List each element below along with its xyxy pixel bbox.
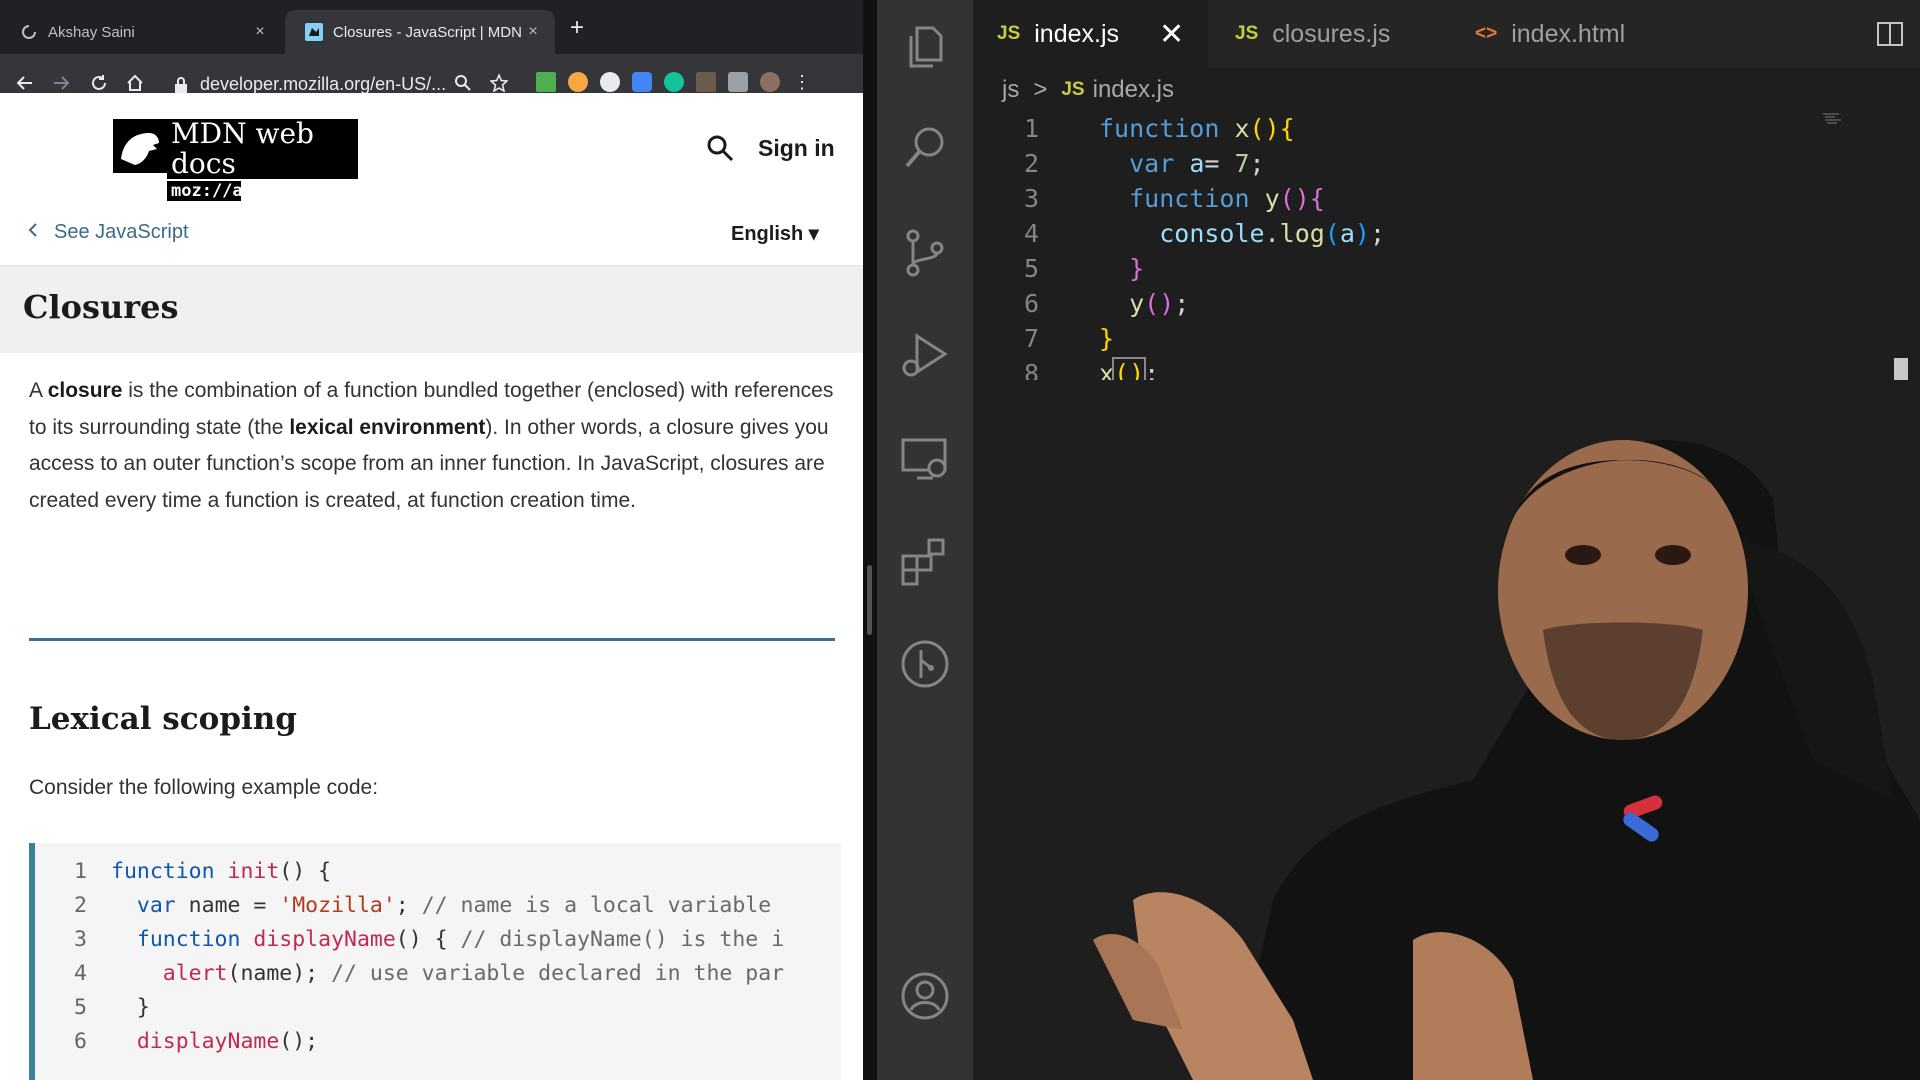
webcam-overlay (973, 380, 1920, 1080)
mdn-dino-icon (113, 119, 167, 173)
term-closure: closure (47, 379, 123, 402)
page-title: Closures (23, 288, 179, 326)
body-text: Consider the following example code: (29, 776, 379, 799)
js-file-icon: JS (1061, 79, 1085, 100)
split-divider[interactable] (863, 0, 877, 1080)
tab-index-js[interactable]: JS index.js ✕ (973, 0, 1208, 68)
logo-title: MDN web docs (167, 119, 358, 179)
breadcrumb[interactable]: See JavaScript (28, 221, 189, 244)
extension-icon[interactable] (632, 72, 652, 92)
remote-explorer-icon[interactable] (899, 432, 951, 484)
intro-paragraph: A closure is the combination of a functi… (29, 373, 839, 519)
code-line[interactable]: 6 y(); (999, 286, 1189, 321)
url-text: developer.mozilla.org/en-US/... (200, 73, 447, 94)
code-line[interactable]: 2 var a= 7; (999, 146, 1265, 181)
accounts-icon[interactable] (899, 970, 951, 1022)
browser-window: Akshay Saini × Closures - JavaScript | M… (0, 0, 863, 1080)
mdn-page: MDN web docs moz://a Sign in See JavaScr… (0, 93, 863, 1080)
section-divider (29, 638, 835, 641)
grammarly-icon[interactable] (664, 72, 684, 92)
breadcrumb-folder[interactable]: js (1002, 76, 1019, 104)
new-tab-button[interactable]: + (570, 14, 584, 42)
tab-label: index.html (1511, 19, 1626, 48)
split-editor-icon[interactable] (1876, 20, 1904, 48)
extension-icon[interactable] (696, 72, 716, 92)
source-control-icon[interactable] (899, 226, 951, 278)
code-example: 1 function init() { 2 var name = 'Mozilla… (29, 843, 841, 1080)
tab-closures-mdn[interactable]: Closures - JavaScript | MDN × (285, 10, 555, 54)
code-line: 6 displayName(); (74, 1029, 319, 1054)
js-file-icon: JS (1235, 23, 1259, 44)
tab-label: closures.js (1272, 19, 1391, 48)
extensions-area: ⋮ (536, 72, 812, 92)
language-select[interactable]: English ▾ (731, 221, 819, 246)
extension-icon[interactable] (568, 72, 588, 92)
html-file-icon: <> (1475, 23, 1498, 44)
explorer-icon[interactable] (899, 20, 951, 72)
chevron-left-icon (28, 222, 38, 243)
extensions-puzzle-icon[interactable] (728, 72, 748, 92)
article-title-bar: Closures (0, 265, 863, 353)
code-line: 1 function init() { (74, 859, 332, 884)
text: A (29, 379, 48, 402)
lock-icon (174, 77, 188, 93)
code-line: 4 alert(name); // use variable declared … (74, 961, 785, 986)
kebab-menu-icon[interactable]: ⋮ (792, 72, 812, 92)
activity-bar (877, 0, 973, 1080)
breadcrumb-label: See JavaScript (54, 221, 189, 243)
presenter-image (973, 380, 1920, 1080)
code-line[interactable]: 7} (999, 321, 1114, 356)
close-icon[interactable]: × (521, 23, 545, 41)
run-debug-icon[interactable] (899, 328, 951, 380)
loading-spinner-icon (20, 23, 38, 41)
mozilla-wordmark: moz://a (167, 181, 243, 201)
tab-title: Akshay Saini (48, 23, 135, 41)
tab-label: index.js (1034, 19, 1120, 48)
js-file-icon: JS (997, 23, 1021, 44)
code-line: 5 } (74, 995, 150, 1020)
tab-closures-js[interactable]: JS closures.js (1213, 0, 1448, 68)
search-icon[interactable] (705, 133, 735, 163)
minimap[interactable] (1817, 110, 1907, 170)
chevron-right-icon: > (1033, 76, 1048, 103)
close-icon[interactable]: × (248, 23, 272, 41)
code-line: 3 function displayName() { // displayNam… (74, 927, 785, 952)
breadcrumb[interactable]: js > JS index.js (1002, 76, 1174, 104)
code-line[interactable]: 3 function y(){ (999, 181, 1325, 216)
code-line[interactable]: 5 } (999, 251, 1144, 286)
search-icon[interactable] (899, 122, 951, 174)
extension-icon[interactable] (536, 72, 556, 92)
section-heading: Lexical scoping (29, 701, 297, 737)
tab-title: Closures - JavaScript | MDN (333, 23, 521, 41)
extensions-icon[interactable] (899, 534, 951, 586)
tab-strip: Akshay Saini × Closures - JavaScript | M… (0, 0, 863, 54)
term-lexical-environment: lexical environment (289, 415, 486, 439)
logo-text: MDN web docs moz://a (167, 119, 358, 201)
tab-akshay-saini[interactable]: Akshay Saini × (0, 10, 282, 54)
close-icon[interactable]: ✕ (1159, 17, 1184, 52)
git-graph-icon[interactable] (899, 638, 951, 690)
resize-handle[interactable] (867, 565, 872, 635)
vscode-window: JS index.js ✕ JS closures.js <> index.ht… (877, 0, 1920, 1080)
tab-index-html[interactable]: <> index.html (1453, 0, 1688, 68)
mdn-favicon-icon (305, 23, 323, 41)
mdn-logo[interactable]: MDN web docs moz://a (113, 119, 358, 201)
sign-in-link[interactable]: Sign in (758, 135, 835, 162)
avatar[interactable] (760, 72, 780, 92)
code-line[interactable]: 1 function x(){ (999, 111, 1295, 146)
extension-icon[interactable] (600, 72, 620, 92)
code-line: 2 var name = 'Mozilla'; // name is a loc… (74, 893, 772, 918)
code-line[interactable]: 4 console.log(a); (999, 216, 1385, 251)
editor-tabs: JS index.js ✕ JS closures.js <> index.ht… (973, 0, 1920, 68)
breadcrumb-file[interactable]: index.js (1093, 76, 1174, 104)
